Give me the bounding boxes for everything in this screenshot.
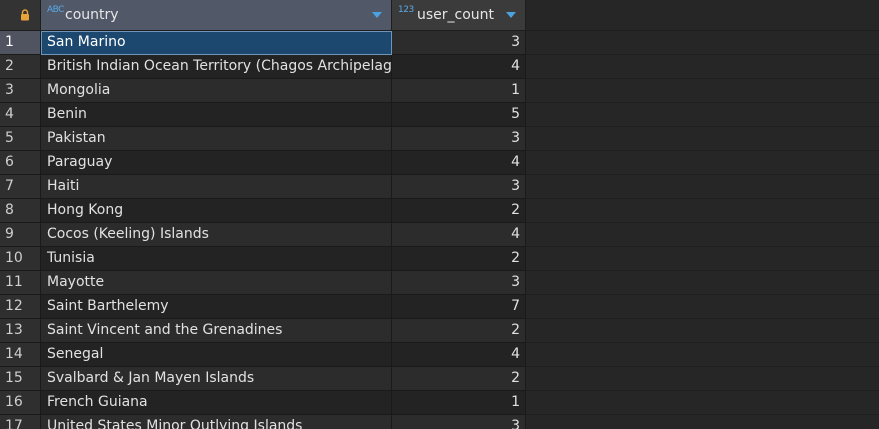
- cell-user-count[interactable]: 3: [392, 271, 526, 295]
- row-filler: [526, 367, 879, 391]
- cell-user-count[interactable]: 3: [392, 31, 526, 55]
- table-row[interactable]: 14 Senegal 4: [0, 343, 879, 367]
- cell-country[interactable]: Hong Kong: [41, 199, 392, 223]
- cell-country[interactable]: French Guiana: [41, 391, 392, 415]
- row-number[interactable]: 10: [0, 247, 41, 271]
- cell-user-count[interactable]: 1: [392, 79, 526, 103]
- row-filler: [526, 151, 879, 175]
- row-filler: [526, 127, 879, 151]
- cell-user-count[interactable]: 5: [392, 103, 526, 127]
- cell-user-count[interactable]: 7: [392, 295, 526, 319]
- row-filler: [526, 271, 879, 295]
- row-filler: [526, 319, 879, 343]
- row-filler: [526, 295, 879, 319]
- cell-user-count[interactable]: 2: [392, 247, 526, 271]
- sort-down-icon[interactable]: [506, 12, 516, 18]
- cell-user-count[interactable]: 2: [392, 367, 526, 391]
- row-number[interactable]: 7: [0, 175, 41, 199]
- cell-country[interactable]: Pakistan: [41, 127, 392, 151]
- text-type-icon: ABC: [47, 5, 64, 15]
- cell-user-count[interactable]: 2: [392, 199, 526, 223]
- cell-user-count[interactable]: 4: [392, 55, 526, 79]
- sort-down-icon[interactable]: [372, 12, 382, 18]
- table-row[interactable]: 16 French Guiana 1: [0, 391, 879, 415]
- column-header-label: country: [65, 7, 119, 23]
- table-row[interactable]: 17 United States Minor Outlying Islands 3: [0, 415, 879, 429]
- row-number[interactable]: 14: [0, 343, 41, 367]
- table-row[interactable]: 15 Svalbard & Jan Mayen Islands 2: [0, 367, 879, 391]
- table-row[interactable]: 12 Saint Barthelemy 7: [0, 295, 879, 319]
- grid-header: ABC country 123 user_count: [0, 0, 879, 31]
- row-filler: [526, 391, 879, 415]
- row-number[interactable]: 6: [0, 151, 41, 175]
- cell-user-count[interactable]: 2: [392, 319, 526, 343]
- table-row[interactable]: 6 Paraguay 4: [0, 151, 879, 175]
- table-row[interactable]: 10 Tunisia 2: [0, 247, 879, 271]
- table-row[interactable]: 7 Haiti 3: [0, 175, 879, 199]
- column-header-label: user_count: [417, 7, 495, 23]
- cell-country[interactable]: Cocos (Keeling) Islands: [41, 223, 392, 247]
- row-filler: [526, 31, 879, 55]
- column-header-user-count[interactable]: 123 user_count: [392, 0, 526, 31]
- row-number[interactable]: 11: [0, 271, 41, 295]
- cell-country[interactable]: Benin: [41, 103, 392, 127]
- table-row[interactable]: 8 Hong Kong 2: [0, 199, 879, 223]
- row-number[interactable]: 13: [0, 319, 41, 343]
- cell-country[interactable]: Tunisia: [41, 247, 392, 271]
- table-row[interactable]: 2 British Indian Ocean Territory (Chagos …: [0, 55, 879, 79]
- cell-country[interactable]: United States Minor Outlying Islands: [41, 415, 392, 429]
- row-filler: [526, 55, 879, 79]
- row-number[interactable]: 4: [0, 103, 41, 127]
- row-number[interactable]: 8: [0, 199, 41, 223]
- cell-user-count[interactable]: 4: [392, 343, 526, 367]
- cell-country[interactable]: Mongolia: [41, 79, 392, 103]
- row-filler: [526, 223, 879, 247]
- row-filler: [526, 175, 879, 199]
- row-number[interactable]: 12: [0, 295, 41, 319]
- row-number[interactable]: 1: [0, 31, 41, 55]
- row-number[interactable]: 9: [0, 223, 41, 247]
- row-filler: [526, 343, 879, 367]
- cell-user-count[interactable]: 1: [392, 391, 526, 415]
- cell-user-count[interactable]: 3: [392, 127, 526, 151]
- cell-country[interactable]: Haiti: [41, 175, 392, 199]
- row-filler: [526, 247, 879, 271]
- row-number[interactable]: 17: [0, 415, 41, 429]
- row-filler: [526, 415, 879, 429]
- table-row[interactable]: 11 Mayotte 3: [0, 271, 879, 295]
- row-number[interactable]: 16: [0, 391, 41, 415]
- cell-country[interactable]: Paraguay: [41, 151, 392, 175]
- result-grid: ABC country 123 user_count 1 San Marino 3 2…: [0, 0, 879, 429]
- table-row[interactable]: 4 Benin 5: [0, 103, 879, 127]
- column-header-country[interactable]: ABC country: [41, 0, 392, 31]
- row-filler: [526, 199, 879, 223]
- cell-country[interactable]: Senegal: [41, 343, 392, 367]
- table-row[interactable]: 5 Pakistan 3: [0, 127, 879, 151]
- cell-user-count[interactable]: 4: [392, 223, 526, 247]
- row-number[interactable]: 5: [0, 127, 41, 151]
- cell-user-count[interactable]: 4: [392, 151, 526, 175]
- cell-country[interactable]: Saint Vincent and the Grenadines: [41, 319, 392, 343]
- cell-country[interactable]: San Marino: [41, 31, 392, 55]
- row-number[interactable]: 3: [0, 79, 41, 103]
- cell-country[interactable]: Svalbard & Jan Mayen Islands: [41, 367, 392, 391]
- lock-column-header[interactable]: [0, 0, 41, 31]
- row-number[interactable]: 15: [0, 367, 41, 391]
- cell-country[interactable]: British Indian Ocean Territory (Chagos A…: [41, 55, 392, 79]
- header-filler: [526, 0, 879, 31]
- cell-user-count[interactable]: 3: [392, 415, 526, 429]
- number-type-icon: 123: [398, 5, 414, 15]
- row-filler: [526, 103, 879, 127]
- cell-user-count[interactable]: 3: [392, 175, 526, 199]
- table-row[interactable]: 1 San Marino 3: [0, 31, 879, 55]
- table-row[interactable]: 9 Cocos (Keeling) Islands 4: [0, 223, 879, 247]
- lock-icon[interactable]: [20, 9, 30, 21]
- row-number[interactable]: 2: [0, 55, 41, 79]
- grid-body: 1 San Marino 3 2 British Indian Ocean Territ…: [0, 31, 879, 429]
- table-row[interactable]: 13 Saint Vincent and the Grenadines 2: [0, 319, 879, 343]
- cell-country[interactable]: Saint Barthelemy: [41, 295, 392, 319]
- row-filler: [526, 79, 879, 103]
- table-row[interactable]: 3 Mongolia 1: [0, 79, 879, 103]
- cell-country[interactable]: Mayotte: [41, 271, 392, 295]
